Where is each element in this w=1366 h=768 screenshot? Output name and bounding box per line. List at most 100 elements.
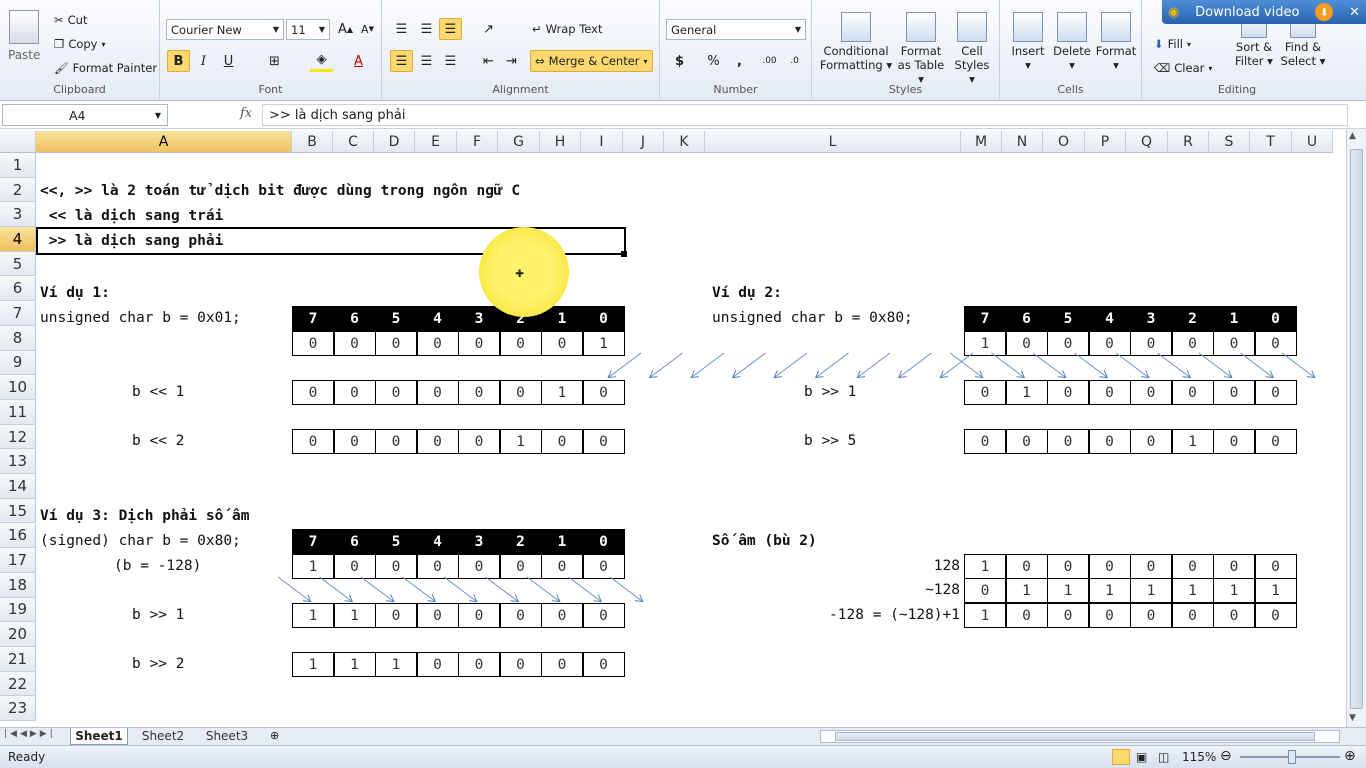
fill-color-icon[interactable]: ◈ xyxy=(310,50,333,72)
copy-button[interactable]: ❐ Copy ▾ xyxy=(54,37,106,51)
status-ready: Ready xyxy=(8,750,46,764)
wrap-icon: ↵ xyxy=(532,22,542,36)
increase-decimal-button[interactable]: .00 xyxy=(758,50,781,72)
formula-input[interactable]: >> là dịch sang phải xyxy=(262,104,1348,126)
currency-button[interactable]: $ xyxy=(668,50,691,72)
font-group-label: Font xyxy=(258,83,283,96)
sort-filter-label: Sort & Filter xyxy=(1235,40,1273,68)
close-icon[interactable]: ✕ xyxy=(1349,5,1360,20)
shift-arrow xyxy=(900,352,932,377)
format-button[interactable]: Format ▾ xyxy=(1094,12,1138,72)
format-painter-button[interactable]: 🖌 Format Painter xyxy=(54,61,157,75)
find-select-label: Find & Select xyxy=(1280,40,1322,68)
download-icon[interactable]: ⬇ xyxy=(1315,3,1334,21)
paste-button[interactable]: Paste xyxy=(8,10,40,62)
fx-icon[interactable]: fx xyxy=(240,106,252,121)
zoom-thumb[interactable] xyxy=(1288,750,1296,764)
wrap-text-button[interactable]: ↵ Wrap Text xyxy=(532,22,602,36)
zoom-level[interactable]: 115% xyxy=(1182,750,1216,764)
number-format-value: General xyxy=(671,22,717,37)
font-group: Courier New ▼ 11 ▼ A ▲ A ▼ B I U ⊞ ◈ A Font xyxy=(160,0,382,99)
dropdown-arrow-icon: ▾ xyxy=(1187,39,1192,49)
worksheet[interactable]: ABCDEFGHIJKLMNOPQRSTU 1 2 3 4 5 6 7 8 9 10 11 12 13 1… xyxy=(0,131,1346,727)
insert-button[interactable]: Insert ▾ xyxy=(1006,12,1050,72)
decrease-decimal-button[interactable]: .0 xyxy=(783,50,806,72)
font-name-select[interactable]: Courier New ▼ xyxy=(166,19,284,40)
bold-button[interactable]: B xyxy=(167,50,190,72)
hscroll-thumb[interactable] xyxy=(835,732,1315,741)
page-break-icon[interactable]: ◫ xyxy=(1158,750,1169,764)
cut-label: Cut xyxy=(67,13,88,27)
table-icon xyxy=(906,12,936,42)
vertical-scrollbar[interactable]: ▲ ▼ xyxy=(1346,129,1366,727)
italic-button[interactable]: I xyxy=(192,50,215,72)
normal-view-icon[interactable] xyxy=(1112,749,1130,765)
align-middle-icon[interactable]: ☰ xyxy=(415,18,438,40)
shift-arrow xyxy=(1032,352,1065,377)
scissors-icon: ✂ xyxy=(54,13,64,27)
borders-icon[interactable]: ⊞ xyxy=(263,50,286,72)
shift-arrow xyxy=(485,576,518,601)
cell-styles-button[interactable]: Cell Styles ▾ xyxy=(950,12,994,86)
tab-sheet1[interactable]: Sheet1 xyxy=(70,728,128,745)
copy-label: Copy xyxy=(68,37,98,51)
format-painter-label: Format Painter xyxy=(72,61,158,75)
fill-button[interactable]: ⬇ Fill ▾ xyxy=(1154,37,1191,51)
clear-label: Clear xyxy=(1174,61,1205,75)
align-right-icon[interactable]: ☰ xyxy=(439,50,462,72)
shift-arrow xyxy=(609,576,642,601)
shift-arrow xyxy=(651,352,683,377)
alignment-group-label: Alignment xyxy=(492,83,549,96)
tab-sheet3[interactable]: Sheet3 xyxy=(196,729,258,743)
zoom-out-icon[interactable]: ⊖ xyxy=(1220,748,1232,764)
shift-arrow xyxy=(526,576,559,601)
increase-indent-icon[interactable]: ⇥ xyxy=(500,50,523,72)
delete-button[interactable]: Delete ▾ xyxy=(1050,12,1094,72)
paste-label: Paste xyxy=(8,48,41,62)
shrink-font-icon[interactable]: A ▼ xyxy=(356,18,379,40)
merge-center-label: Merge & Center xyxy=(548,54,640,68)
font-name-value: Courier New xyxy=(171,22,242,37)
horizontal-scrollbar[interactable] xyxy=(820,730,1340,743)
dropdown-arrow-icon: ▼ xyxy=(154,110,161,120)
underline-button[interactable]: U xyxy=(217,50,240,72)
font-color-icon[interactable]: A xyxy=(347,50,370,72)
conditional-formatting-button[interactable]: Conditional Formatting ▾ xyxy=(816,12,896,72)
styles-group: Conditional Formatting ▾ Format as Table… xyxy=(812,0,1000,99)
font-size-select[interactable]: 11 ▼ xyxy=(286,19,330,40)
tab-sheet2[interactable]: Sheet2 xyxy=(132,729,194,743)
clear-button[interactable]: ⌫ Clear ▾ xyxy=(1154,61,1212,75)
number-format-select[interactable]: General ▼ xyxy=(666,19,806,40)
decrease-indent-icon[interactable]: ⇤ xyxy=(477,50,500,72)
name-box[interactable]: A4 ▼ xyxy=(2,104,168,126)
cell-styles-label: Cell Styles xyxy=(954,44,990,72)
zoom-in-icon[interactable]: ⊕ xyxy=(1344,748,1356,764)
shift-arrow xyxy=(817,352,849,377)
page-layout-icon[interactable]: ▣ xyxy=(1136,750,1147,764)
format-as-table-button[interactable]: Format as Table ▾ xyxy=(896,12,946,86)
cut-button[interactable]: ✂ Cut xyxy=(54,13,87,27)
shift-arrow xyxy=(360,576,393,601)
shift-arrow xyxy=(1115,352,1148,377)
orientation-icon[interactable]: ↗ xyxy=(477,18,500,40)
comma-button[interactable]: , xyxy=(728,50,751,72)
scroll-thumb[interactable] xyxy=(1350,149,1363,709)
scroll-up-icon[interactable]: ▲ xyxy=(1349,131,1356,141)
dropdown-arrow-icon: ▾ xyxy=(101,39,106,49)
percent-button[interactable]: % xyxy=(702,50,725,72)
shift-arrow xyxy=(941,352,974,377)
tab-navigation-icon[interactable]: |◀◀▶▶| xyxy=(4,729,56,739)
dropdown-arrow-icon: ▼ xyxy=(794,25,801,34)
merge-center-button[interactable]: ⇔ Merge & Center ▾ xyxy=(530,50,653,72)
grow-font-icon[interactable]: A ▲ xyxy=(334,18,357,40)
shift-arrow xyxy=(609,352,642,377)
insert-sheet-icon[interactable]: ⊕ xyxy=(270,729,279,742)
align-bottom-icon[interactable]: ☰ xyxy=(439,18,462,40)
align-left-icon[interactable]: ☰ xyxy=(390,50,413,72)
align-center-icon[interactable]: ☰ xyxy=(415,50,438,72)
conditional-formatting-label: Conditional Formatting xyxy=(819,44,889,72)
shift-arrow xyxy=(1157,352,1190,377)
download-video-bar[interactable]: ◉ Download video ⬇ ✕ xyxy=(1162,0,1366,24)
scroll-down-icon[interactable]: ▼ xyxy=(1349,713,1356,723)
align-top-icon[interactable]: ☰ xyxy=(390,18,413,40)
